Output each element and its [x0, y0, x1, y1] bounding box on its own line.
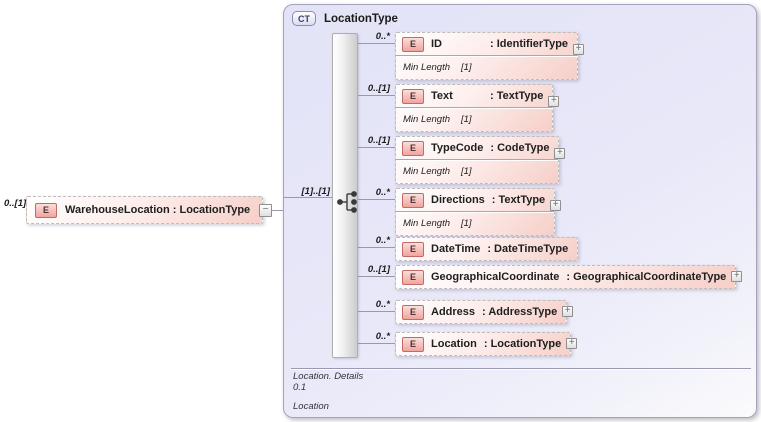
- facet-value: [1]: [461, 114, 472, 125]
- element-type: : TextType: [490, 90, 544, 102]
- footer-details: Location. Details: [293, 371, 364, 382]
- cardinality-label: 0..*: [375, 31, 390, 42]
- connector-line: [358, 95, 395, 96]
- element-name: Directions: [431, 194, 485, 206]
- expand-toggle-icon[interactable]: +: [731, 271, 743, 282]
- element-badge-icon: E: [402, 140, 424, 156]
- element-name: DateTime: [431, 243, 481, 255]
- cardinality-label: 0..[1]: [367, 83, 390, 94]
- facet-value: [1]: [461, 166, 472, 177]
- complextype-panel-locationtype: CT LocationType [1]..[1] 0..* E ID: Ide…: [283, 4, 757, 418]
- element-directions[interactable]: E Directions : TextType Min Length [1] +: [395, 188, 562, 236]
- facet-name: Min Length: [403, 166, 451, 177]
- expand-toggle-icon[interactable]: +: [554, 148, 566, 159]
- element-name: TypeCode: [431, 142, 484, 154]
- element-name: Address: [431, 306, 476, 318]
- element-badge-icon: E: [402, 192, 424, 208]
- expand-toggle-icon[interactable]: +: [562, 306, 574, 317]
- connector-line: [358, 199, 395, 200]
- facet-name: Min Length: [403, 62, 451, 73]
- element-type: : AddressType: [482, 306, 558, 318]
- element-badge-icon: E: [402, 36, 424, 52]
- connector-line: [358, 147, 395, 148]
- facet-value: [1]: [461, 218, 472, 229]
- facet-row: Min Length [1]: [396, 211, 555, 235]
- cardinality-label: 0..*: [375, 187, 390, 198]
- element-typecode[interactable]: E TypeCode : CodeType Min Length [1] +: [395, 136, 566, 184]
- element-type: : GeographicalCoordinateType: [566, 271, 727, 283]
- element-badge-icon: E: [402, 269, 424, 285]
- cardinality-label: 0..*: [375, 235, 390, 246]
- root-element-label: WarehouseLocation : LocationType: [65, 204, 251, 216]
- element-datetime[interactable]: E DateTime : DateTimeType: [395, 237, 579, 261]
- element-type: : LocationType: [483, 338, 562, 350]
- facet-row: Min Length [1]: [396, 159, 559, 183]
- cardinality-label: 0..[1]: [367, 264, 390, 275]
- element-geographicalcoordinate[interactable]: E GeographicalCoordinate : GeographicalC…: [395, 265, 743, 289]
- element-text[interactable]: E Text : TextType Min Length [1] +: [395, 84, 560, 132]
- root-cardinality-label: 0..[1]: [4, 198, 27, 209]
- footer-name: Location: [293, 401, 329, 412]
- cardinality-label: 0..[1]: [367, 135, 390, 146]
- element-badge-icon: E: [402, 336, 424, 352]
- element-id[interactable]: E ID : IdentifierType Min Length [1] +: [395, 32, 585, 80]
- element-badge-icon: E: [402, 304, 424, 320]
- element-type: : TextType: [491, 194, 546, 206]
- connector-line: [358, 43, 395, 44]
- element-badge-icon: E: [402, 88, 424, 104]
- schema-diagram-canvas: 0..[1] E WarehouseLocation : LocationTyp…: [0, 0, 761, 422]
- connector-line: [272, 210, 283, 211]
- element-badge-icon: E: [402, 241, 424, 257]
- footer-range: 0.1: [293, 382, 307, 393]
- expand-toggle-icon[interactable]: +: [550, 200, 562, 211]
- element-type: : IdentifierType: [490, 38, 569, 50]
- facet-name: Min Length: [403, 218, 451, 229]
- facet-row: Min Length [1]: [396, 55, 578, 79]
- element-location[interactable]: E Location : LocationType +: [395, 332, 578, 356]
- element-name: GeographicalCoordinate: [431, 271, 560, 283]
- facet-name: Min Length: [403, 114, 451, 125]
- connector-line: [358, 276, 395, 277]
- facet-row: Min Length [1]: [396, 107, 553, 131]
- cardinality-label: 0..*: [375, 331, 390, 342]
- expand-toggle-icon[interactable]: +: [548, 96, 560, 107]
- connector-line: [358, 311, 395, 312]
- element-name: Location: [431, 338, 477, 350]
- facet-value: [1]: [461, 62, 472, 73]
- element-name: ID: [431, 38, 442, 50]
- connector-line: [358, 247, 395, 248]
- collapse-toggle-icon[interactable]: −: [259, 204, 272, 217]
- element-type: : DateTimeType: [487, 243, 569, 255]
- element-name: Text: [431, 90, 453, 102]
- expand-toggle-icon[interactable]: +: [573, 44, 585, 55]
- element-type: : CodeType: [490, 142, 550, 154]
- compositor-cardinality-label: [1]..[1]: [301, 186, 331, 197]
- panel-header: CT LocationType: [292, 11, 398, 26]
- connector-line: [358, 343, 395, 344]
- expand-toggle-icon[interactable]: +: [566, 338, 578, 349]
- complextype-badge-icon: CT: [292, 11, 316, 26]
- element-badge-icon: E: [35, 202, 57, 218]
- cardinality-label: 0..*: [375, 299, 390, 310]
- footer-divider: [291, 368, 751, 369]
- element-warehouselocation[interactable]: E WarehouseLocation : LocationType: [26, 196, 264, 224]
- connector-line: [284, 197, 332, 198]
- element-address[interactable]: E Address : AddressType +: [395, 300, 574, 324]
- panel-title: LocationType: [324, 12, 398, 25]
